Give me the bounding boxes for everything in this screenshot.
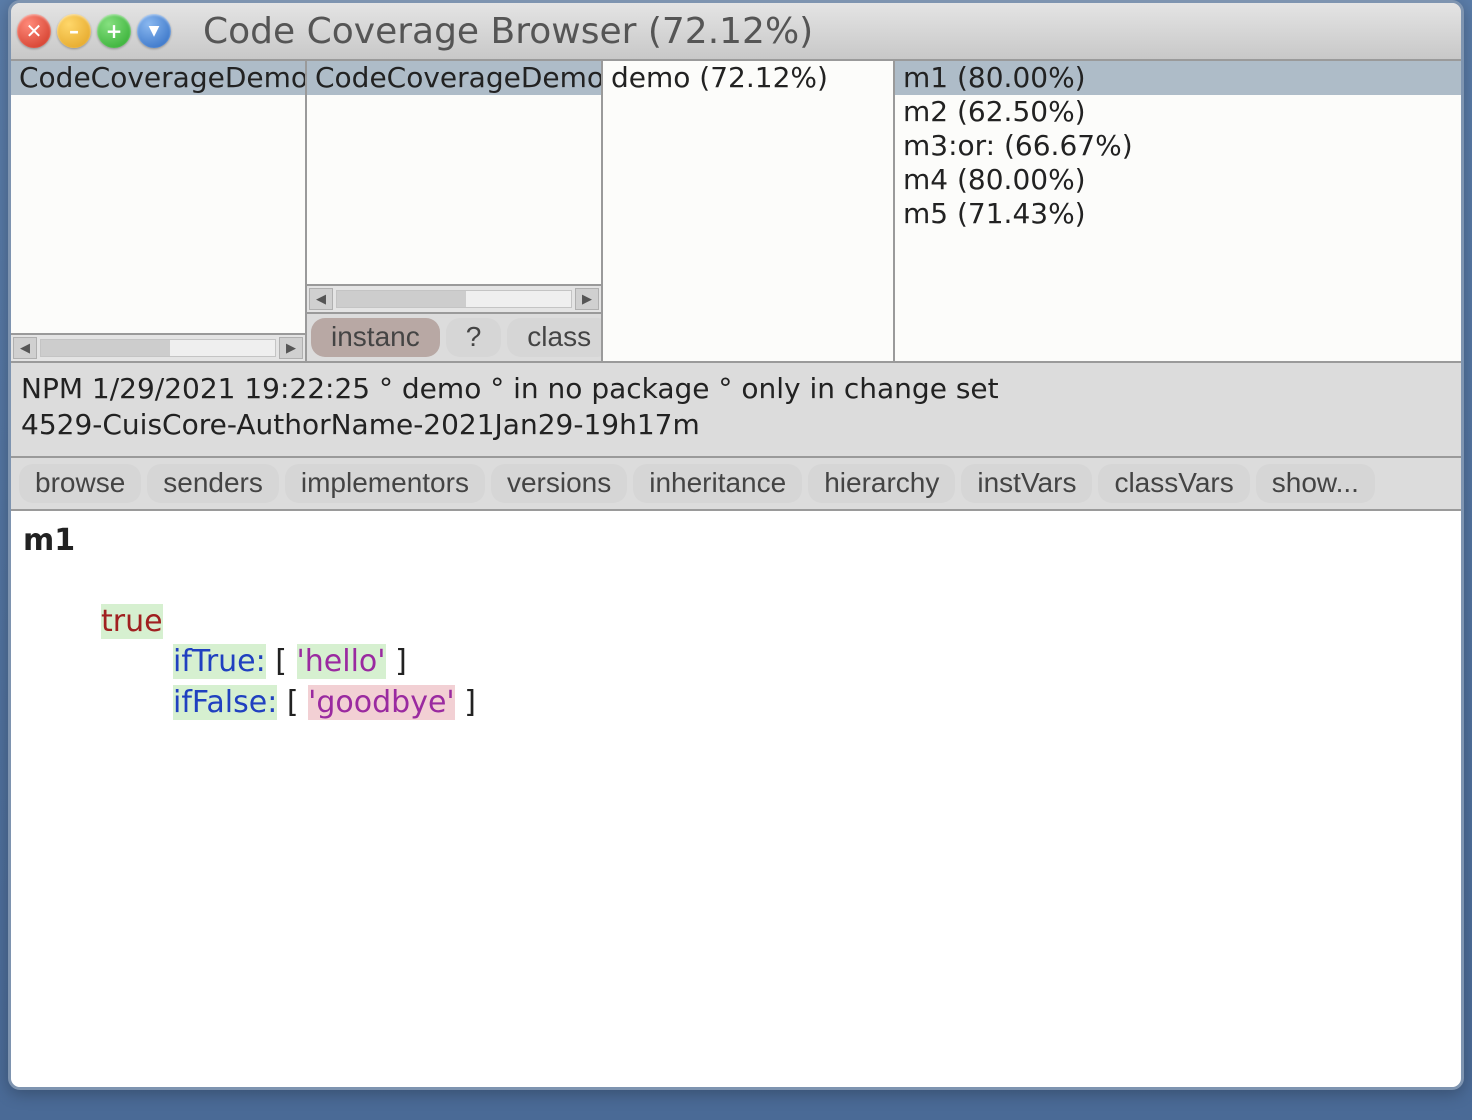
implementors-button[interactable]: implementors [285, 464, 485, 503]
list-item[interactable]: m5 (71.43%) [895, 197, 1461, 231]
hscrollbar[interactable]: ◀ ▶ [307, 284, 601, 312]
list-item[interactable]: m1 (80.00%) [895, 61, 1461, 95]
protocol-pane: demo (72.12%) [603, 61, 895, 361]
maximize-icon[interactable]: + [97, 14, 131, 48]
bracket-open: [ [275, 644, 296, 679]
protocol-list[interactable]: demo (72.12%) [603, 61, 893, 361]
window-title: Code Coverage Browser (72.12%) [177, 11, 1451, 52]
titlebar[interactable]: ✕ – + ▼ Code Coverage Browser (72.12%) [11, 3, 1461, 59]
code-line: ifFalse: [ 'goodbye' ] [23, 683, 1449, 724]
keyword-iffalse: ifFalse: [173, 685, 277, 720]
scroll-right-icon[interactable]: ▶ [279, 337, 303, 359]
scroll-right-icon[interactable]: ▶ [575, 288, 599, 310]
method-selector: m1 [23, 523, 75, 558]
category-list[interactable]: CodeCoverageDemo [11, 61, 305, 333]
hierarchy-button[interactable]: hierarchy [808, 464, 955, 503]
scroll-thumb[interactable] [41, 340, 170, 356]
minimize-icon[interactable]: – [57, 14, 91, 48]
query-button[interactable]: ? [446, 318, 502, 357]
bracket-open: [ [287, 685, 308, 720]
list-item[interactable]: m2 (62.50%) [895, 95, 1461, 129]
show-button[interactable]: show... [1256, 464, 1375, 503]
list-item[interactable]: CodeCoverageDemo [11, 61, 305, 95]
instvars-button[interactable]: instVars [961, 464, 1092, 503]
class-pane: CodeCoverageDemo ◀ ▶ instanc ? class [307, 61, 603, 361]
scroll-track[interactable] [40, 339, 276, 357]
info-line-1: NPM 1/29/2021 19:22:25 ° demo ° in no pa… [21, 372, 999, 405]
class-button[interactable]: class [507, 318, 603, 357]
list-item[interactable]: m3:or: (66.67%) [895, 129, 1461, 163]
list-item[interactable]: m4 (80.00%) [895, 163, 1461, 197]
scroll-left-icon[interactable]: ◀ [309, 288, 333, 310]
scroll-thumb[interactable] [337, 291, 466, 307]
code-pane[interactable]: m1 true ifTrue: [ 'hello' ] ifFalse: [ '… [11, 511, 1461, 1087]
classvars-button[interactable]: classVars [1098, 464, 1249, 503]
list-item[interactable]: CodeCoverageDemo [307, 61, 601, 95]
window-menu-icon[interactable]: ▼ [137, 14, 171, 48]
scroll-left-icon[interactable]: ◀ [13, 337, 37, 359]
bracket-close: ] [386, 644, 407, 679]
code-coverage-browser-window: ✕ – + ▼ Code Coverage Browser (72.12%) C… [8, 0, 1464, 1090]
browser-panes: CodeCoverageDemo ◀ ▶ CodeCoverageDemo ◀ … [11, 59, 1461, 363]
info-line-2: 4529-CuisCore-AuthorName-2021Jan29-19h17… [21, 408, 700, 441]
bracket-close: ] [455, 685, 476, 720]
keyword-iftrue: ifTrue: [173, 644, 266, 679]
browse-button[interactable]: browse [19, 464, 141, 503]
list-item[interactable]: demo (72.12%) [603, 61, 893, 95]
code-line: true [23, 602, 1449, 643]
close-icon[interactable]: ✕ [17, 14, 51, 48]
category-pane: CodeCoverageDemo ◀ ▶ [11, 61, 307, 361]
versions-button[interactable]: versions [491, 464, 627, 503]
class-list[interactable]: CodeCoverageDemo [307, 61, 601, 284]
code-toolbar: browse senders implementors versions inh… [11, 458, 1461, 511]
hscrollbar[interactable]: ◀ ▶ [11, 333, 305, 361]
keyword-true: true [101, 604, 163, 639]
scroll-track[interactable] [336, 290, 572, 308]
code-line: ifTrue: [ 'hello' ] [23, 642, 1449, 683]
string-goodbye: 'goodbye' [308, 685, 455, 720]
class-side-buttons: instanc ? class [307, 312, 601, 361]
instance-button[interactable]: instanc [311, 318, 440, 357]
method-list[interactable]: m1 (80.00%) m2 (62.50%) m3:or: (66.67%) … [895, 61, 1461, 361]
method-pane: m1 (80.00%) m2 (62.50%) m3:or: (66.67%) … [895, 61, 1461, 361]
string-hello: 'hello' [297, 644, 386, 679]
inheritance-button[interactable]: inheritance [633, 464, 802, 503]
method-info: NPM 1/29/2021 19:22:25 ° demo ° in no pa… [11, 363, 1461, 458]
senders-button[interactable]: senders [147, 464, 279, 503]
